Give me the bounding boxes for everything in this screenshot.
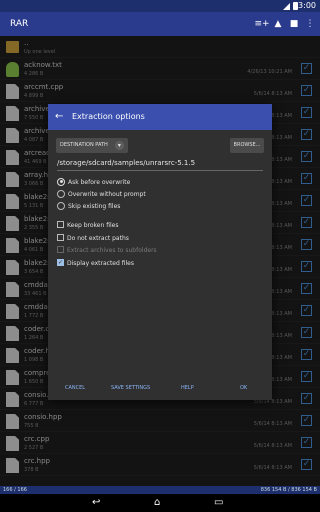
overflow-menu-icon[interactable]: ⋮ bbox=[302, 19, 318, 29]
browse-button[interactable]: BROWSE... bbox=[230, 138, 264, 153]
checkbox-icon bbox=[57, 221, 64, 228]
option-label: Skip existing files bbox=[68, 203, 121, 210]
radio-selected-icon bbox=[57, 177, 65, 186]
chevron-down-icon: ▾ bbox=[114, 141, 124, 150]
app-bar: RAR ≡+ ▲ ■ ⋮ bbox=[0, 12, 320, 36]
file-count: 166 / 166 bbox=[3, 487, 27, 493]
destination-path-label: DESTINATION PATH bbox=[60, 142, 108, 148]
app-title: RAR bbox=[10, 19, 29, 29]
destination-path-button[interactable]: DESTINATION PATH ▾ bbox=[56, 138, 128, 153]
checkbox-checked-icon: ✓ bbox=[57, 259, 64, 266]
extraction-options-dialog: ← Extraction options DESTINATION PATH ▾ … bbox=[48, 104, 272, 400]
option-label: Do not extract paths bbox=[67, 235, 129, 242]
selection-summary: 166 / 166 836 154 B / 836 154 B bbox=[0, 486, 320, 494]
add-to-archive-icon[interactable]: ≡+ bbox=[254, 19, 270, 29]
option-label: Keep broken files bbox=[67, 222, 119, 229]
radio-overwrite-without-prompt[interactable]: Overwrite without prompt bbox=[57, 189, 146, 200]
radio-icon bbox=[57, 201, 65, 210]
size-total: 836 154 B / 836 154 B bbox=[260, 487, 317, 493]
navigation-bar: ↩ ⌂ ▭ bbox=[0, 494, 320, 512]
checkbox-extract-to-subfolders[interactable]: Extract archives to subfolders bbox=[57, 246, 157, 256]
help-button[interactable]: HELP bbox=[181, 382, 194, 394]
save-settings-button[interactable]: SAVE SETTINGS bbox=[111, 382, 150, 394]
back-arrow-icon[interactable]: ← bbox=[55, 104, 63, 130]
extract-icon[interactable]: ▲ bbox=[270, 19, 286, 29]
radio-skip-existing-files[interactable]: Skip existing files bbox=[57, 201, 121, 212]
checkbox-display-extracted-files[interactable]: ✓ Display extracted files bbox=[57, 259, 134, 269]
option-label: Extract archives to subfolders bbox=[67, 247, 157, 254]
checkbox-icon bbox=[57, 246, 64, 253]
option-label: Display extracted files bbox=[67, 260, 134, 267]
checkbox-icon bbox=[57, 234, 64, 241]
checkbox-do-not-extract-paths[interactable]: Do not extract paths bbox=[57, 234, 129, 244]
checkbox-keep-broken-files[interactable]: Keep broken files bbox=[57, 221, 118, 231]
destination-path-field[interactable]: /storage/sdcard/samples/unrarsrc-5.1.5 bbox=[57, 157, 263, 171]
dialog-title: Extraction options bbox=[72, 112, 145, 121]
option-label: Ask before overwrite bbox=[68, 179, 131, 186]
status-bar: 3:00 bbox=[0, 0, 320, 12]
radio-icon bbox=[57, 189, 65, 198]
cancel-button[interactable]: CANCEL bbox=[65, 382, 85, 394]
home-nav-icon[interactable]: ⌂ bbox=[154, 494, 160, 512]
dialog-header: ← Extraction options bbox=[48, 104, 272, 130]
radio-ask-before-overwrite[interactable]: Ask before overwrite bbox=[57, 177, 131, 188]
dialog-actions: CANCEL SAVE SETTINGS HELP OK bbox=[48, 382, 272, 394]
ok-button[interactable]: OK bbox=[240, 382, 247, 394]
option-label: Overwrite without prompt bbox=[68, 191, 146, 198]
recents-nav-icon[interactable]: ▭ bbox=[214, 494, 223, 512]
toolbar-actions: ≡+ ▲ ■ ⋮ bbox=[254, 12, 318, 36]
signal-icon bbox=[283, 3, 290, 10]
delete-icon[interactable]: ■ bbox=[286, 19, 302, 29]
back-nav-icon[interactable]: ↩ bbox=[92, 494, 100, 512]
status-time: 3:00 bbox=[298, 1, 316, 10]
